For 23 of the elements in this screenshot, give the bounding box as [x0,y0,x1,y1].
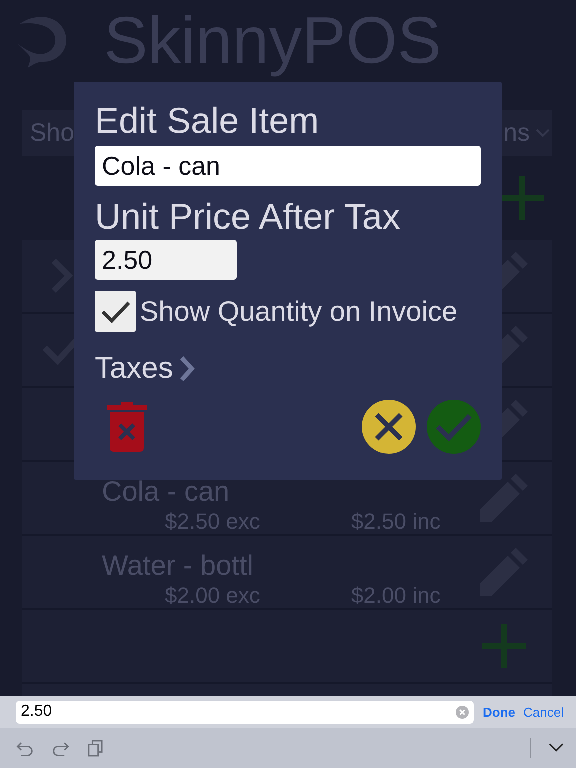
text-field[interactable]: 2.50 [16,700,474,724]
undo-icon[interactable] [16,740,34,756]
clear-icon[interactable] [456,706,469,718]
price-label: Unit Price After Tax [95,196,402,238]
delete-icon[interactable] [107,402,147,452]
check-icon [100,300,130,324]
checkbox-label: Show Quantity on Invoice [140,296,458,328]
close-icon [374,412,404,442]
price-field[interactable]: 2.50 [95,240,237,280]
item-name-field[interactable]: Cola - can [95,146,481,186]
redo-icon[interactable] [52,740,70,756]
chevron-icon [179,356,196,382]
dismiss-keyboard-icon[interactable] [549,743,564,753]
edit-icon[interactable] [478,472,530,524]
taxes-link[interactable]: Taxes [95,352,174,386]
cancel-button[interactable] [362,400,416,454]
add-icon[interactable] [482,624,526,668]
confirm-button[interactable] [427,400,481,454]
paste-icon[interactable] [88,740,103,756]
checkbox[interactable] [95,291,136,332]
dialog-title: Edit Sale Item [95,100,320,142]
check-icon [435,412,473,442]
add-icon[interactable] [500,176,544,220]
